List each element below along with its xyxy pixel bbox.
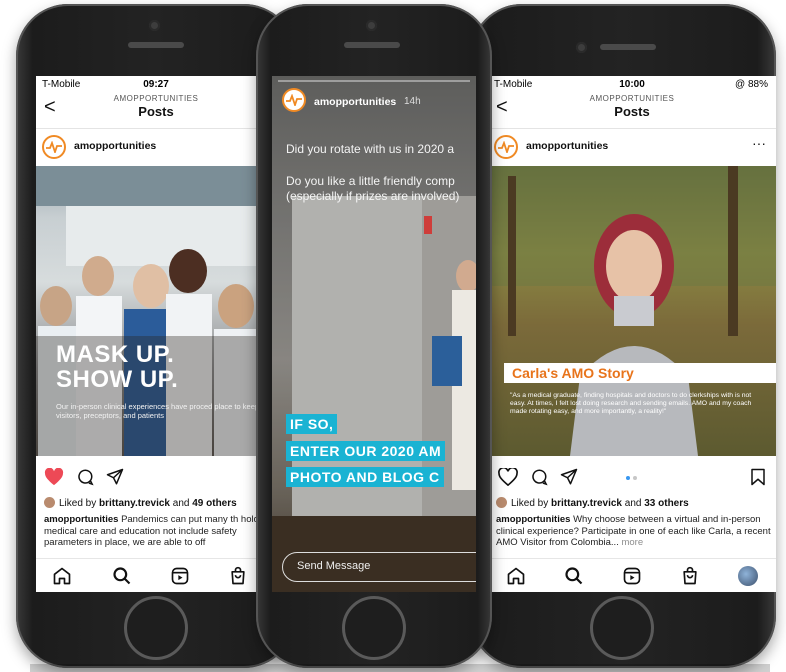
- post-account-row[interactable]: amopportunities: [36, 128, 276, 164]
- account-name[interactable]: amopportunities: [526, 140, 608, 152]
- carla-quote: "As a medical graduate, finding hospital…: [510, 392, 752, 416]
- amo-logo-icon: [42, 135, 66, 159]
- more-options-icon[interactable]: ···: [752, 135, 766, 151]
- clock: 09:27: [143, 79, 169, 90]
- screen-right: T-Mobile 10:00 @ 88% < AMOPPORTUNITIES P…: [488, 76, 776, 592]
- earpiece-speaker: [600, 44, 656, 50]
- clock: 10:00: [619, 79, 645, 90]
- story-line-3: (especially if prizes are involved): [286, 189, 460, 203]
- story-age: 14h: [404, 96, 421, 107]
- liker-user[interactable]: brittany.trevick: [551, 498, 622, 509]
- liked-others[interactable]: 49 others: [192, 498, 236, 509]
- posts-header: < AMOPPORTUNITIES Posts: [36, 94, 276, 122]
- story-band-photo-blog: PHOTO AND BLOG C: [286, 467, 444, 487]
- carousel-dot: [633, 476, 637, 480]
- story-account-logo-icon[interactable]: [282, 88, 306, 112]
- bottom-tab-bar: [36, 558, 276, 592]
- mask-up-subtitle: Our in-person clinical experiences have …: [56, 402, 260, 420]
- reels-icon[interactable]: [622, 566, 642, 586]
- post-image-carla[interactable]: Carla's AMO Story "As a medical graduate…: [488, 166, 776, 456]
- floor-shadow: [30, 664, 770, 672]
- caption-more-link[interactable]: more: [621, 537, 643, 548]
- status-bar: T-Mobile 10:00 @ 88%: [488, 76, 776, 94]
- battery-status: @ 88%: [735, 79, 768, 90]
- story-band-if-so: IF SO,: [286, 414, 338, 434]
- account-name[interactable]: amopportunities: [74, 140, 156, 152]
- heart-icon[interactable]: [498, 468, 518, 486]
- reels-icon[interactable]: [170, 566, 190, 586]
- carla-story-banner: Carla's AMO Story: [504, 363, 776, 383]
- bottom-tab-bar: [488, 558, 776, 592]
- screen-left: T-Mobile 09:27 < AMOPPORTUNITIES Posts a…: [36, 76, 276, 592]
- posts-header: < AMOPPORTUNITIES Posts: [488, 94, 776, 122]
- liker-avatar: [496, 497, 507, 508]
- caption-user[interactable]: amopportunities: [496, 514, 570, 525]
- liker-avatar: [44, 497, 55, 508]
- story-account-name[interactable]: amopportunities: [314, 96, 396, 108]
- story-band-enter: ENTER OUR 2020 AM: [286, 441, 446, 461]
- story-line-2: Do you like a little friendly comp: [286, 174, 455, 188]
- amo-logo-icon: [494, 135, 518, 159]
- front-camera: [576, 42, 587, 53]
- page-title: Posts: [138, 104, 174, 119]
- bookmark-icon[interactable]: [750, 468, 766, 486]
- liked-and: and: [624, 498, 642, 509]
- liked-prefix: Liked by: [511, 498, 549, 509]
- home-button[interactable]: [342, 596, 406, 660]
- liked-others[interactable]: 33 others: [644, 498, 688, 509]
- comment-icon[interactable]: [530, 468, 548, 486]
- profile-icon[interactable]: [738, 566, 758, 586]
- liker-user[interactable]: brittany.trevick: [99, 498, 170, 509]
- post-caption: amopportunities Why choose between a vir…: [496, 514, 772, 550]
- carousel-dot-active: [626, 476, 630, 480]
- screen-middle-story: amopportunities 14h Did you rotate with …: [272, 76, 476, 592]
- home-button[interactable]: [590, 596, 654, 660]
- shop-icon[interactable]: [680, 566, 700, 586]
- headline-line-2: SHOW UP.: [56, 366, 179, 393]
- send-message-placeholder: Send Message: [297, 560, 371, 572]
- liked-prefix: Liked by: [59, 498, 97, 509]
- post-account-row[interactable]: amopportunities ···: [488, 128, 776, 164]
- home-icon[interactable]: [52, 566, 72, 586]
- front-camera: [366, 20, 377, 31]
- post-image-mask-up[interactable]: MASK UP. SHOW UP. Our in-person clinical…: [36, 166, 276, 456]
- home-button[interactable]: [124, 596, 188, 660]
- story-line-1: Did you rotate with us in 2020 a: [286, 142, 455, 156]
- share-icon[interactable]: [560, 468, 578, 486]
- share-icon[interactable]: [106, 468, 124, 486]
- comment-icon[interactable]: [76, 468, 94, 486]
- headline-line-1: MASK UP.: [56, 341, 175, 368]
- stage: T-Mobile 09:27 < AMOPPORTUNITIES Posts a…: [0, 0, 786, 672]
- front-camera: [149, 20, 160, 31]
- shop-icon[interactable]: [228, 566, 248, 586]
- post-actions: [488, 464, 776, 492]
- search-icon[interactable]: [564, 566, 584, 586]
- header-account: AMOPPORTUNITIES: [589, 94, 675, 103]
- send-message-input[interactable]: Send Message: [282, 552, 476, 582]
- home-icon[interactable]: [506, 566, 526, 586]
- carousel-dots: [626, 476, 640, 480]
- header-account: AMOPPORTUNITIES: [113, 94, 199, 103]
- liked-by-line[interactable]: Liked by brittany.trevick and 33 others: [496, 497, 689, 509]
- liked-and: and: [172, 498, 190, 509]
- page-title: Posts: [614, 104, 650, 119]
- mask-up-headline: MASK UP. SHOW UP.: [56, 342, 178, 392]
- post-actions: [36, 464, 276, 492]
- caption-user[interactable]: amopportunities: [44, 514, 118, 525]
- search-icon[interactable]: [112, 566, 132, 586]
- post-caption: amopportunities Pandemics can put many t…: [44, 514, 272, 550]
- earpiece-speaker: [344, 42, 400, 48]
- status-bar: T-Mobile 09:27: [36, 76, 276, 94]
- story-progress-bar: [278, 80, 470, 82]
- heart-icon[interactable]: [44, 468, 64, 486]
- earpiece-speaker: [128, 42, 184, 48]
- liked-by-line[interactable]: Liked by brittany.trevick and 49 others: [44, 497, 237, 509]
